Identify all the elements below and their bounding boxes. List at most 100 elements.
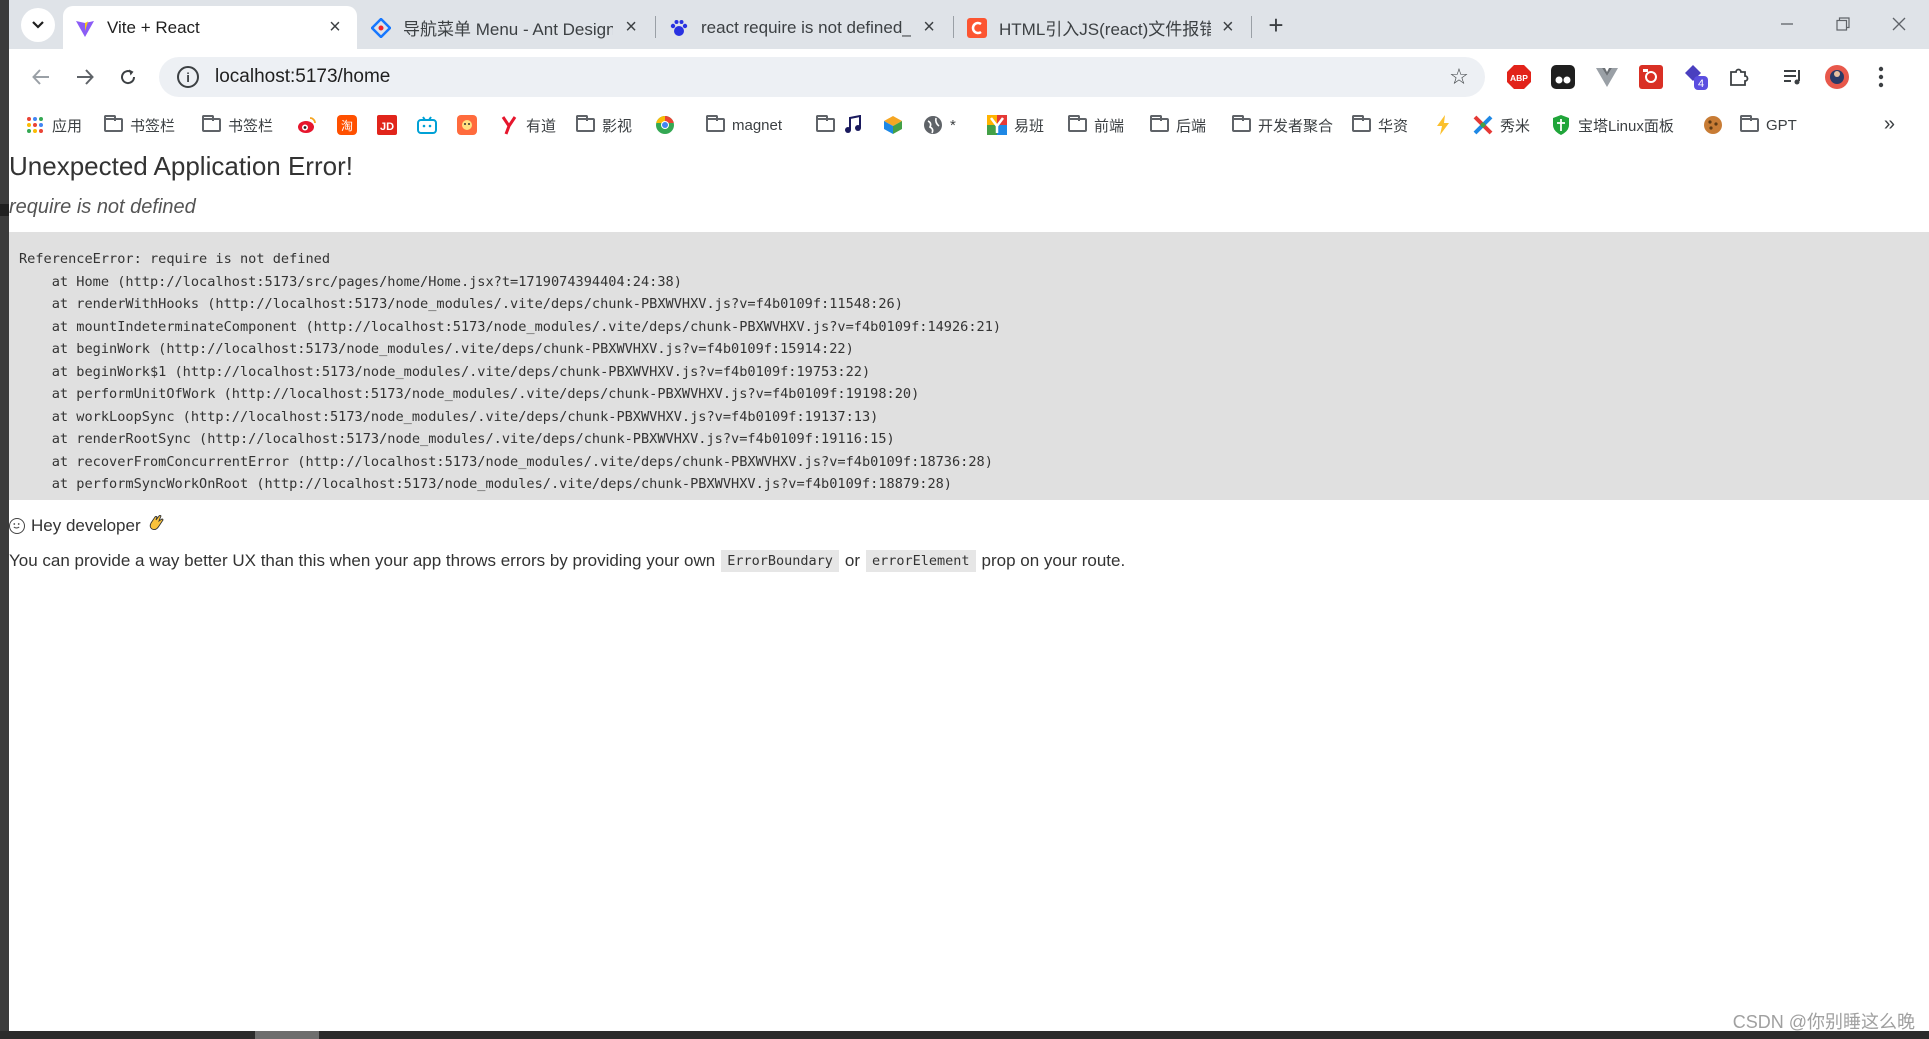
arrow-right-icon	[77, 69, 94, 85]
edge-marker	[0, 204, 9, 216]
bookmark-music[interactable]	[843, 113, 870, 137]
close-window-button[interactable]	[1877, 10, 1921, 38]
bookmark-folder[interactable]	[815, 113, 842, 137]
error-message: require is not defined	[9, 196, 196, 218]
back-button[interactable]	[25, 61, 57, 93]
bookmark-apps[interactable]: 应用	[25, 113, 82, 137]
new-tab-button[interactable]: +	[1261, 10, 1291, 40]
minimize-button[interactable]	[1765, 10, 1809, 38]
apps-grid-icon	[25, 115, 45, 135]
tab-html-js-error[interactable]: HTML引入JS(react)文件报错re ×	[955, 6, 1249, 49]
folder-icon	[575, 115, 595, 135]
bookmark-label: 有道	[526, 117, 557, 135]
restore-button[interactable]	[1821, 10, 1865, 38]
minimize-icon	[1781, 23, 1793, 25]
reading-list-button[interactable]	[1779, 63, 1807, 91]
bookmark-globe[interactable]: *	[923, 113, 956, 137]
bookmark-label: GPT	[1766, 116, 1797, 134]
bookmark-folder[interactable]: 前端	[1067, 113, 1124, 137]
vue-devtools-extension[interactable]	[1593, 63, 1621, 91]
bookmark-yiban[interactable]: 易班	[987, 113, 1044, 137]
bookmark-label: 宝塔Linux面板	[1578, 117, 1674, 135]
bookmark-bilibili[interactable]	[417, 113, 444, 137]
tab-separator	[1251, 16, 1252, 38]
close-icon	[1892, 17, 1906, 31]
taskbar-segment	[255, 1031, 319, 1039]
bookmark-label: 书签栏	[228, 117, 274, 135]
bookmark-game[interactable]	[457, 113, 484, 137]
chevron-down-icon	[32, 21, 44, 29]
bookmark-cookie[interactable]	[1703, 113, 1730, 137]
bookmark-folder[interactable]: 开发者聚合	[1231, 113, 1333, 137]
site-info-icon[interactable]: i	[177, 66, 199, 88]
abp-label: ABP	[1510, 73, 1528, 83]
baidu-paw-icon	[669, 18, 689, 38]
page-content: Unexpected Application Error! require is…	[9, 145, 1929, 1031]
bookmark-folder[interactable]: 后端	[1149, 113, 1206, 137]
close-icon[interactable]: ×	[621, 16, 641, 38]
bookmark-label: 易班	[1014, 117, 1045, 135]
csdn-icon	[967, 17, 987, 38]
browser-toolbar: i localhost:5173/home ☆ ABP 4	[9, 49, 1929, 105]
bookmarks-bar: 应用 书签栏 书签栏 淘 JD 有道 影视 magnet * 易班 前端 后端 …	[9, 105, 1929, 145]
error-stack-trace: ReferenceError: require is not defined a…	[9, 232, 1929, 500]
bookmarks-overflow-chevron-icon[interactable]: »	[1884, 113, 1895, 136]
address-url[interactable]: localhost:5173/home	[215, 66, 390, 88]
bookmark-folder[interactable]: 华资	[1351, 113, 1408, 137]
screenshot-extension[interactable]	[1637, 63, 1665, 91]
music-icon	[843, 115, 863, 135]
profile-avatar[interactable]	[1823, 63, 1851, 91]
reload-button[interactable]	[112, 61, 144, 93]
tab-react-require[interactable]: react require is not defined_ ×	[657, 6, 951, 49]
hey-developer-line: Hey developer	[9, 514, 165, 537]
browser-menu-button[interactable]	[1867, 63, 1895, 91]
bookmark-weibo[interactable]	[297, 113, 324, 137]
jd-icon: JD	[377, 115, 397, 135]
stack-line: at recoverFromConcurrentError (http://lo…	[19, 453, 993, 470]
tampermonkey-extension[interactable]	[1549, 63, 1577, 91]
folder-icon	[201, 115, 221, 135]
bookmark-folder[interactable]: 书签栏	[201, 113, 273, 137]
bookmark-baota[interactable]: 宝塔Linux面板	[1551, 113, 1674, 137]
game-icon	[457, 115, 477, 135]
code-error-element: errorElement	[866, 550, 976, 572]
bookmark-chrome[interactable]	[655, 113, 682, 137]
bookmark-label: 华资	[1378, 117, 1409, 135]
plus-icon: +	[1268, 9, 1284, 40]
developer-tip: You can provide a way better UX than thi…	[9, 550, 1125, 572]
bilibili-icon	[417, 115, 437, 135]
bookmark-folder[interactable]: 影视	[575, 113, 632, 137]
bookmark-folder[interactable]: magnet	[705, 113, 782, 137]
close-icon[interactable]: ×	[325, 16, 345, 38]
bookmark-folder[interactable]: 书签栏	[103, 113, 175, 137]
close-icon[interactable]: ×	[1219, 16, 1237, 38]
extensions-menu-button[interactable]	[1725, 63, 1753, 91]
bookmark-youdao[interactable]: 有道	[499, 113, 556, 137]
bookmark-jd[interactable]: JD	[377, 113, 404, 137]
bookmark-bolt[interactable]	[1433, 113, 1460, 137]
stack-line: ReferenceError: require is not defined	[19, 251, 330, 267]
bookmark-xiumi[interactable]: 秀米	[1473, 113, 1530, 137]
purple-extension[interactable]: 4	[1681, 63, 1709, 91]
bookmark-label: 开发者聚合	[1258, 117, 1334, 135]
stack-line: at renderRootSync (http://localhost:5173…	[19, 431, 895, 447]
adblock-extension[interactable]: ABP	[1505, 63, 1533, 91]
bookmark-star-icon[interactable]: ☆	[1447, 64, 1471, 89]
smiley-icon	[9, 517, 25, 534]
bookmark-folder[interactable]: GPT	[1739, 113, 1797, 137]
tab-vite-react[interactable]: Vite + React ×	[63, 6, 357, 49]
stack-line: at renderWithHooks (http://localhost:517…	[19, 296, 903, 312]
bolt-icon	[1433, 115, 1453, 135]
folder-icon	[1739, 115, 1759, 135]
xiumi-icon	[1473, 115, 1493, 135]
tab-search-button[interactable]	[21, 8, 55, 42]
address-bar[interactable]: i localhost:5173/home ☆	[159, 57, 1485, 97]
forward-button[interactable]	[69, 61, 101, 93]
baota-icon	[1551, 115, 1571, 135]
bookmark-taobao[interactable]: 淘	[337, 113, 364, 137]
extension-badge-icon: 4	[1685, 65, 1708, 90]
bookmark-label: 前端	[1094, 117, 1125, 135]
close-icon[interactable]: ×	[919, 16, 939, 38]
tab-antd-menu[interactable]: 导航菜单 Menu - Ant Design ×	[359, 6, 653, 49]
bookmark-cube[interactable]	[883, 113, 910, 137]
